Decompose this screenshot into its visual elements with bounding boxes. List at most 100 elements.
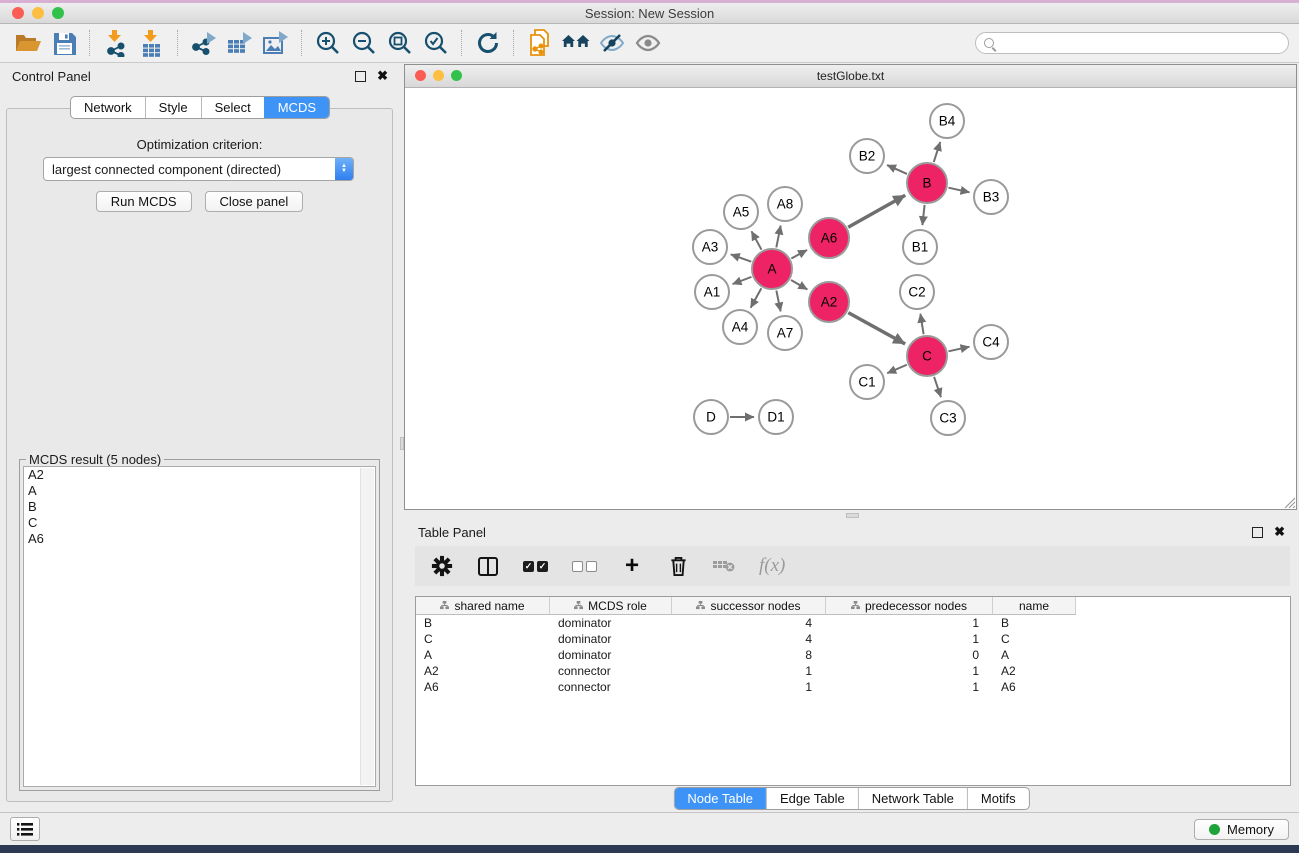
- graph-edge-A-A6[interactable]: [791, 250, 807, 259]
- graph-edge-A-A3[interactable]: [731, 254, 752, 261]
- zoom-fit-button[interactable]: [382, 28, 418, 58]
- table-body: Bdominator41BCdominator41CAdominator80AA…: [416, 615, 1290, 695]
- export-table-button[interactable]: [222, 28, 258, 58]
- search-input[interactable]: [1000, 35, 1280, 51]
- import-table-button[interactable]: [134, 28, 170, 58]
- tab-motifs[interactable]: Motifs: [967, 788, 1029, 809]
- float-table-panel-icon[interactable]: [1252, 527, 1263, 538]
- search-icon: [984, 38, 994, 48]
- refresh-button[interactable]: [470, 28, 506, 58]
- unselect-all-columns-button[interactable]: [572, 553, 597, 579]
- new-network-from-selection-button[interactable]: [522, 28, 558, 58]
- graph-edge-B-B1[interactable]: [922, 205, 924, 225]
- graph-edge-C-C1[interactable]: [887, 365, 907, 374]
- table-row[interactable]: A6connector11A6: [416, 679, 1290, 695]
- tab-mcds[interactable]: MCDS: [264, 97, 329, 118]
- table-row[interactable]: Adominator80A: [416, 647, 1290, 663]
- save-session-button[interactable]: [46, 28, 82, 58]
- minimize-window-button[interactable]: [32, 7, 44, 19]
- table-toolbar: ✓✓ +: [415, 546, 1290, 586]
- fx-icon: f(x): [759, 555, 785, 577]
- network-canvas[interactable]: B4B2BB3A8A5A6A3B1AA1C2A2A4A7C4CC1C3DD1: [405, 88, 1296, 509]
- table-panel: Table Panel ✖: [404, 520, 1299, 812]
- first-neighbors-button[interactable]: [558, 28, 594, 58]
- select-all-columns-button[interactable]: ✓✓: [523, 553, 548, 579]
- window-resize-grip[interactable]: [1282, 495, 1296, 509]
- zoom-in-button[interactable]: [310, 28, 346, 58]
- graph-edge-A-A2[interactable]: [791, 280, 807, 289]
- close-panel-icon[interactable]: ✖: [377, 71, 388, 81]
- table-row[interactable]: Bdominator41B: [416, 615, 1290, 631]
- graph-edge-C-C4[interactable]: [948, 347, 969, 352]
- open-session-button[interactable]: [10, 28, 46, 58]
- graph-edge-A-A1[interactable]: [733, 277, 752, 284]
- graph-edge-B-B2[interactable]: [887, 165, 907, 174]
- show-task-history-button[interactable]: [10, 817, 40, 841]
- mcds-result-item[interactable]: A6: [24, 531, 375, 547]
- show-column-panel-button[interactable]: [477, 553, 499, 579]
- column-header-shared-name[interactable]: shared name: [416, 597, 550, 615]
- table-row[interactable]: Cdominator41C: [416, 631, 1290, 647]
- maximize-window-button[interactable]: [52, 7, 64, 19]
- zoom-selected-button[interactable]: [418, 28, 454, 58]
- delete-column-button[interactable]: [667, 553, 689, 579]
- column-header-name[interactable]: name: [993, 597, 1076, 615]
- graph-edge-A6-B[interactable]: [848, 195, 905, 227]
- close-window-button[interactable]: [12, 7, 24, 19]
- table-row[interactable]: A2connector11A2: [416, 663, 1290, 679]
- close-table-panel-icon[interactable]: ✖: [1274, 527, 1285, 537]
- tab-edge-table[interactable]: Edge Table: [766, 788, 858, 809]
- run-mcds-button[interactable]: Run MCDS: [96, 191, 192, 212]
- hide-selected-button[interactable]: [594, 28, 630, 58]
- tab-select[interactable]: Select: [201, 97, 264, 118]
- mcds-result-item[interactable]: C: [24, 515, 375, 531]
- table-cell: A: [993, 648, 1076, 662]
- tab-network-table[interactable]: Network Table: [858, 788, 967, 809]
- maximize-network-button[interactable]: [451, 70, 462, 81]
- export-network-button[interactable]: [186, 28, 222, 58]
- zoom-out-button[interactable]: [346, 28, 382, 58]
- toolbar-separator: [513, 30, 515, 56]
- zoom-in-icon: [316, 31, 341, 56]
- tab-network[interactable]: Network: [71, 97, 145, 118]
- show-all-button[interactable]: [630, 28, 666, 58]
- column-header-successor-nodes[interactable]: successor nodes: [672, 597, 826, 615]
- graph-edge-A-A4[interactable]: [751, 288, 762, 307]
- refresh-icon: [476, 31, 500, 55]
- mcds-result-item[interactable]: B: [24, 499, 375, 515]
- panel-splitter-horizontal[interactable]: [846, 513, 859, 518]
- export-image-button[interactable]: [258, 28, 294, 58]
- table-cell: dominator: [550, 648, 672, 662]
- network-window-titlebar: testGlobe.txt: [405, 65, 1296, 88]
- create-column-button[interactable]: +: [621, 553, 643, 579]
- close-network-button[interactable]: [415, 70, 426, 81]
- memory-button[interactable]: Memory: [1194, 819, 1289, 840]
- float-panel-icon[interactable]: [355, 71, 366, 82]
- optimization-criterion-dropdown[interactable]: largest connected component (directed) ▲…: [43, 157, 354, 181]
- graph-edge-A-A5[interactable]: [752, 231, 762, 249]
- table-cell: A2: [416, 664, 550, 678]
- minimize-network-button[interactable]: [433, 70, 444, 81]
- mcds-result-item[interactable]: A: [24, 483, 375, 499]
- mcds-result-item[interactable]: A2: [24, 467, 375, 483]
- delete-table-button[interactable]: [713, 553, 735, 579]
- column-header-predecessor-nodes[interactable]: predecessor nodes: [826, 597, 993, 615]
- result-list-scrollbar[interactable]: [360, 468, 374, 785]
- graph-edge-C-C2[interactable]: [920, 314, 923, 335]
- search-field[interactable]: [975, 32, 1289, 54]
- function-builder-button[interactable]: f(x): [759, 553, 785, 579]
- graph-edge-A-A7[interactable]: [776, 291, 780, 312]
- import-network-button[interactable]: [98, 28, 134, 58]
- table-cell: A: [416, 648, 550, 662]
- graph-edge-C-C3[interactable]: [934, 377, 941, 397]
- table-settings-button[interactable]: [431, 553, 453, 579]
- close-panel-button[interactable]: Close panel: [205, 191, 304, 212]
- graph-edge-A2-C[interactable]: [848, 313, 905, 344]
- graph-node-label: A4: [732, 320, 749, 335]
- tab-node-table[interactable]: Node Table: [674, 788, 766, 809]
- graph-edge-A-A8[interactable]: [776, 226, 780, 248]
- tab-style[interactable]: Style: [145, 97, 201, 118]
- column-header-mcds-role[interactable]: MCDS role: [550, 597, 672, 615]
- graph-edge-B-B3[interactable]: [948, 188, 969, 193]
- graph-edge-B-B4[interactable]: [934, 142, 940, 162]
